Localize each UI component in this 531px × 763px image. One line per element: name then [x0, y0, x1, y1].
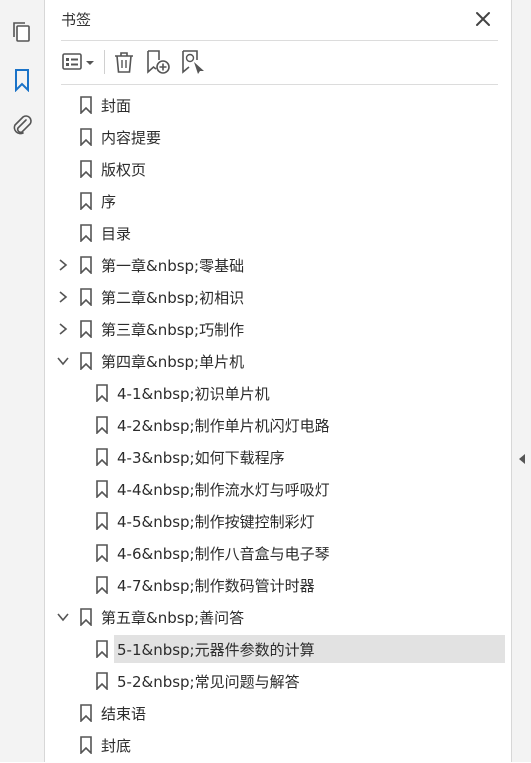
bookmark-icon: [95, 672, 109, 691]
bookmark-label[interactable]: 4-3&nbsp;如何下载程序: [117, 447, 285, 468]
bookmark-label[interactable]: 版权页: [101, 159, 146, 180]
bookmark-row[interactable]: 5-1&nbsp;元器件参数的计算: [45, 635, 511, 667]
bookmark-row[interactable]: 5-2&nbsp;常见问题与解答: [45, 667, 511, 699]
navigation-sidebar: [0, 0, 45, 762]
bookmark-row[interactable]: 4-6&nbsp;制作八音盒与电子琴: [45, 539, 511, 571]
chevron-right-icon[interactable]: [56, 257, 70, 271]
bookmark-icon: [79, 608, 93, 627]
attachments-icon[interactable]: [10, 113, 34, 137]
bookmark-row[interactable]: 内容提要: [45, 123, 511, 155]
new-bookmark-icon: [147, 50, 170, 74]
bookmark-icon: [79, 192, 93, 211]
bookmark-icon: [95, 544, 109, 563]
bookmark-label[interactable]: 第三章&nbsp;巧制作: [101, 319, 244, 340]
chevron-right-icon[interactable]: [56, 289, 70, 303]
bookmark-label[interactable]: 目录: [101, 223, 131, 244]
bookmark-label[interactable]: 4-7&nbsp;制作数码管计时器: [117, 575, 315, 596]
bookmark-icon: [95, 416, 109, 435]
bookmark-row[interactable]: 目录: [45, 219, 511, 251]
chevron-down-icon[interactable]: [56, 353, 70, 367]
bookmark-row[interactable]: 封面: [45, 91, 511, 123]
bookmark-row[interactable]: 第五章&nbsp;善问答: [45, 603, 511, 635]
options-menu-button[interactable]: [61, 49, 97, 75]
bookmark-row[interactable]: 第三章&nbsp;巧制作: [45, 315, 511, 347]
bookmark-icon: [79, 288, 93, 307]
bookmark-label[interactable]: 第四章&nbsp;单片机: [101, 351, 244, 372]
bookmark-icon: [79, 736, 93, 755]
new-bookmark-from-structure-icon: [182, 50, 204, 74]
toolbar-separator: [104, 50, 105, 74]
close-icon[interactable]: [473, 9, 493, 29]
bookmark-icon: [79, 160, 93, 179]
bookmarks-icon[interactable]: [10, 68, 34, 92]
bookmark-icon: [79, 128, 93, 147]
delete-button[interactable]: [112, 49, 136, 75]
collapse-panel-icon[interactable]: [518, 450, 526, 469]
bookmark-label[interactable]: 内容提要: [101, 127, 161, 148]
document-pane-edge: [511, 0, 531, 762]
bookmark-label[interactable]: 5-1&nbsp;元器件参数的计算: [117, 639, 315, 660]
options-menu-icon: [62, 53, 94, 70]
bookmark-icon: [79, 256, 93, 275]
bookmark-icon: [95, 512, 109, 531]
bookmark-row[interactable]: 封底: [45, 731, 511, 763]
bookmark-row[interactable]: 版权页: [45, 155, 511, 187]
title-divider: [61, 40, 498, 41]
new-bookmark-button[interactable]: [145, 49, 171, 75]
bookmark-label[interactable]: 序: [101, 191, 116, 212]
bookmark-row[interactable]: 序: [45, 187, 511, 219]
bookmark-label[interactable]: 第二章&nbsp;初相识: [101, 287, 244, 308]
bookmark-label[interactable]: 4-1&nbsp;初识单片机: [117, 383, 270, 404]
bookmark-row[interactable]: 第二章&nbsp;初相识: [45, 283, 511, 315]
chevron-right-icon[interactable]: [56, 321, 70, 335]
bookmark-label[interactable]: 4-2&nbsp;制作单片机闪灯电路: [117, 415, 330, 436]
bookmark-icon: [79, 320, 93, 339]
bookmark-label[interactable]: 4-6&nbsp;制作八音盒与电子琴: [117, 543, 330, 564]
bookmark-row[interactable]: 4-4&nbsp;制作流水灯与呼吸灯: [45, 475, 511, 507]
bookmark-tree: 封面内容提要版权页序目录第一章&nbsp;零基础 第二章&nbsp;初相识 第三章&…: [45, 91, 511, 763]
pages-icon[interactable]: [10, 21, 34, 45]
bookmarks-panel: 书签 封面 内容提要 版权页 序 目录 第一章&nbsp;零基础 第二章&nbs…: [45, 0, 511, 762]
bookmark-label[interactable]: 4-4&nbsp;制作流水灯与呼吸灯: [117, 479, 330, 500]
bookmark-row[interactable]: 第一章&nbsp;零基础: [45, 251, 511, 283]
bookmark-label[interactable]: 第五章&nbsp;善问答: [101, 607, 244, 628]
bookmark-icon: [79, 224, 93, 243]
panel-title: 书签: [61, 11, 92, 29]
bookmark-label[interactable]: 结束语: [101, 703, 146, 724]
bookmark-icon: [95, 640, 109, 659]
bookmark-label[interactable]: 封底: [101, 735, 131, 756]
bookmark-icon: [79, 352, 93, 371]
bookmark-row[interactable]: 4-2&nbsp;制作单片机闪灯电路: [45, 411, 511, 443]
bookmark-row[interactable]: 4-1&nbsp;初识单片机: [45, 379, 511, 411]
bookmark-label[interactable]: 4-5&nbsp;制作按键控制彩灯: [117, 511, 315, 532]
delete-icon: [115, 52, 133, 73]
bookmark-label[interactable]: 5-2&nbsp;常见问题与解答: [117, 671, 300, 692]
bookmark-row[interactable]: 4-3&nbsp;如何下载程序: [45, 443, 511, 475]
bookmark-row[interactable]: 结束语: [45, 699, 511, 731]
new-bookmark-from-structure-button[interactable]: [180, 49, 206, 75]
bookmark-row[interactable]: 4-5&nbsp;制作按键控制彩灯: [45, 507, 511, 539]
bookmark-label[interactable]: 封面: [101, 95, 131, 116]
chevron-down-icon[interactable]: [56, 609, 70, 623]
bookmark-icon: [79, 704, 93, 723]
bookmark-label[interactable]: 第一章&nbsp;零基础: [101, 255, 244, 276]
bookmark-icon: [79, 96, 93, 115]
bookmark-icon: [95, 480, 109, 499]
bookmark-row[interactable]: 4-7&nbsp;制作数码管计时器: [45, 571, 511, 603]
bookmark-icon: [95, 448, 109, 467]
bookmark-icon: [95, 384, 109, 403]
toolbar-divider: [61, 84, 498, 85]
bookmark-icon: [95, 576, 109, 595]
bookmark-row[interactable]: 第四章&nbsp;单片机: [45, 347, 511, 379]
